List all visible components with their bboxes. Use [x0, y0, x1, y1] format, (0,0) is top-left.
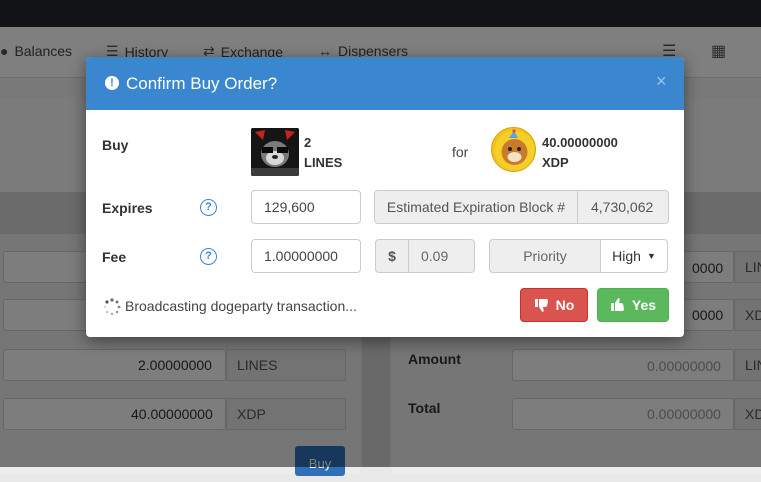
- buy-label: Buy: [102, 137, 129, 153]
- status-text: Broadcasting dogeparty transaction...: [125, 298, 357, 314]
- expires-help-icon[interactable]: ?: [200, 199, 217, 216]
- confirm-buy-modal: ! Confirm Buy Order? × Buy 2 LINES for 4…: [86, 57, 684, 337]
- asset-name: LINES: [304, 155, 343, 170]
- modal-header: ! Confirm Buy Order? ×: [86, 57, 684, 110]
- fee-help-icon[interactable]: ?: [200, 248, 217, 265]
- priority-value: High: [612, 248, 641, 264]
- fee-usd-value: 0.09: [408, 239, 475, 273]
- fee-input[interactable]: [251, 239, 361, 273]
- thumbs-down-icon: [534, 299, 548, 312]
- modal-title: Confirm Buy Order?: [126, 74, 278, 93]
- asset-quantity: 2: [304, 135, 312, 150]
- no-button[interactable]: No: [520, 288, 588, 322]
- asset-image: [251, 128, 299, 176]
- close-icon[interactable]: ×: [656, 71, 667, 92]
- pay-quantity: 40.00000000: [542, 135, 618, 150]
- caret-down-icon: ▼: [646, 251, 656, 261]
- estimated-block-value: 4,730,062: [577, 190, 669, 224]
- dogecoin-coin-icon: [491, 127, 536, 172]
- asset-avatar-icon: [251, 128, 299, 176]
- pay-asset: XDP: [542, 155, 569, 170]
- yes-label: Yes: [631, 297, 657, 313]
- spinner-icon: [104, 298, 121, 316]
- exclamation-icon: !: [105, 76, 119, 90]
- expires-input[interactable]: [251, 190, 361, 224]
- fee-label: Fee: [102, 249, 127, 265]
- estimated-block-label: Estimated Expiration Block #: [374, 190, 578, 224]
- for-label: for: [452, 144, 469, 160]
- priority-dropdown[interactable]: High ▼: [600, 239, 668, 273]
- priority-label: Priority: [489, 239, 601, 273]
- no-label: No: [555, 297, 575, 313]
- coin-image: [494, 129, 535, 171]
- expires-label: Expires: [102, 200, 153, 216]
- dollar-sign-addon: $: [375, 239, 409, 273]
- yes-button[interactable]: Yes: [597, 288, 669, 322]
- thumbs-up-icon: [610, 298, 624, 311]
